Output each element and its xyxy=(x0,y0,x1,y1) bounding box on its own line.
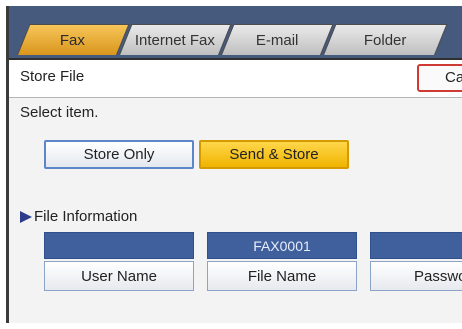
app-window: Fax Internet Fax E-mail Folder Store Fil… xyxy=(6,6,462,323)
password-button[interactable]: Passwor xyxy=(370,261,462,291)
title-row: Store File Car xyxy=(9,60,462,98)
user-name-value xyxy=(44,232,194,259)
password-value xyxy=(370,232,462,259)
user-name-field: User Name xyxy=(44,232,194,291)
tab-fax-label: Fax xyxy=(60,31,86,49)
section-heading: File Information xyxy=(20,208,137,225)
user-name-button[interactable]: User Name xyxy=(44,261,194,291)
tab-bar: Fax Internet Fax E-mail Folder xyxy=(9,6,462,58)
file-name-field: FAX0001 File Name xyxy=(207,232,357,291)
triangle-right-icon xyxy=(20,210,32,223)
tab-internet-fax-label: Internet Fax xyxy=(135,31,216,49)
tab-folder-label: Folder xyxy=(363,31,407,49)
tab-fax[interactable]: Fax xyxy=(17,24,130,55)
main-panel: Select item. Store Only Send & Store Fil… xyxy=(9,98,462,323)
send-and-store-button[interactable]: Send & Store xyxy=(199,140,349,169)
file-name-value: FAX0001 xyxy=(207,232,357,259)
instruction-text: Select item. xyxy=(20,104,99,121)
tab-internet-fax[interactable]: Internet Fax xyxy=(119,24,232,55)
password-field: Passwor xyxy=(370,232,462,291)
page-title: Store File xyxy=(20,68,85,85)
tab-folder[interactable]: Folder xyxy=(323,24,448,55)
tab-email[interactable]: E-mail xyxy=(221,24,334,55)
section-title: File Information xyxy=(34,208,138,225)
tab-email-label: E-mail xyxy=(255,31,299,49)
file-name-button[interactable]: File Name xyxy=(207,261,357,291)
store-only-button[interactable]: Store Only xyxy=(44,140,194,169)
cancel-button[interactable]: Car xyxy=(417,64,462,92)
